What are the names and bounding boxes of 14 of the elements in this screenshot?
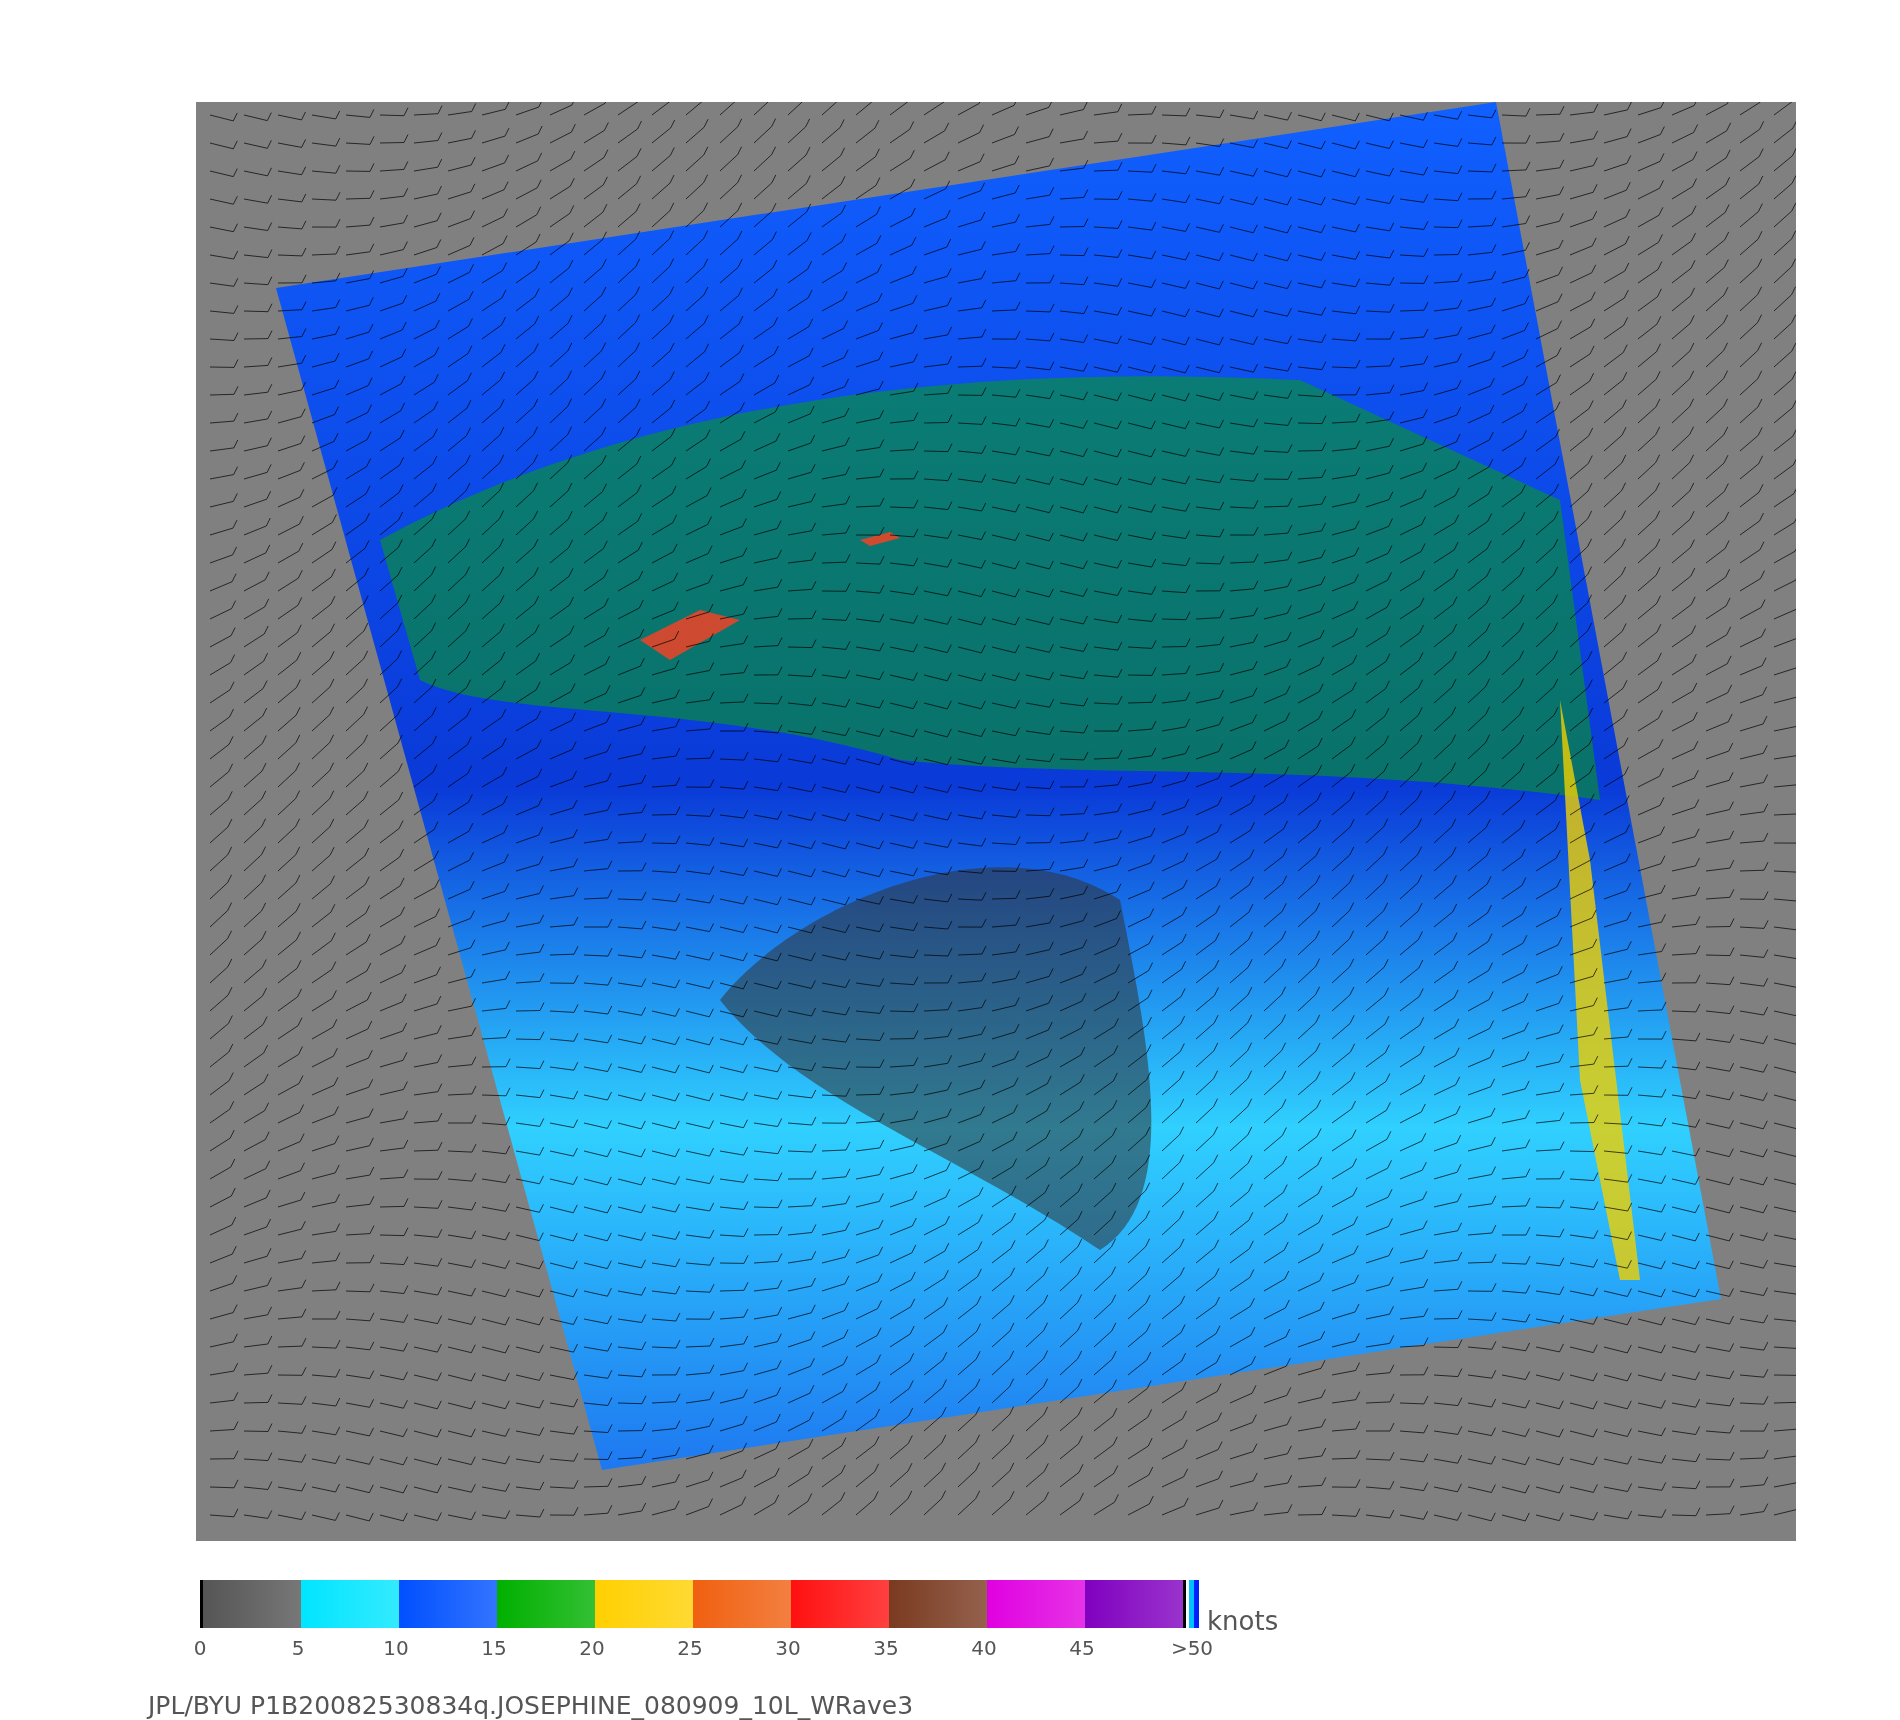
tick-label: >50 [1170,1636,1214,1660]
tick-label: 0 [193,1636,207,1660]
tick-label: 25 [677,1636,703,1660]
overflow-swatch [1183,1580,1199,1628]
caption: JPL/BYU P1B20082530834q.JOSEPHINE_080909_10L_WRave3 [148,1691,915,1720]
tick-label: 35 [873,1636,899,1660]
tick-label: 20 [579,1636,605,1660]
tick-label: 40 [971,1636,997,1660]
tick-label: 5 [291,1636,305,1660]
tick-label: 30 [775,1636,801,1660]
tick-label: 45 [1069,1636,1095,1660]
tick-label: 15 [481,1636,507,1660]
unit-label: knots [1207,1608,1279,1634]
tick-label: 10 [383,1636,409,1660]
